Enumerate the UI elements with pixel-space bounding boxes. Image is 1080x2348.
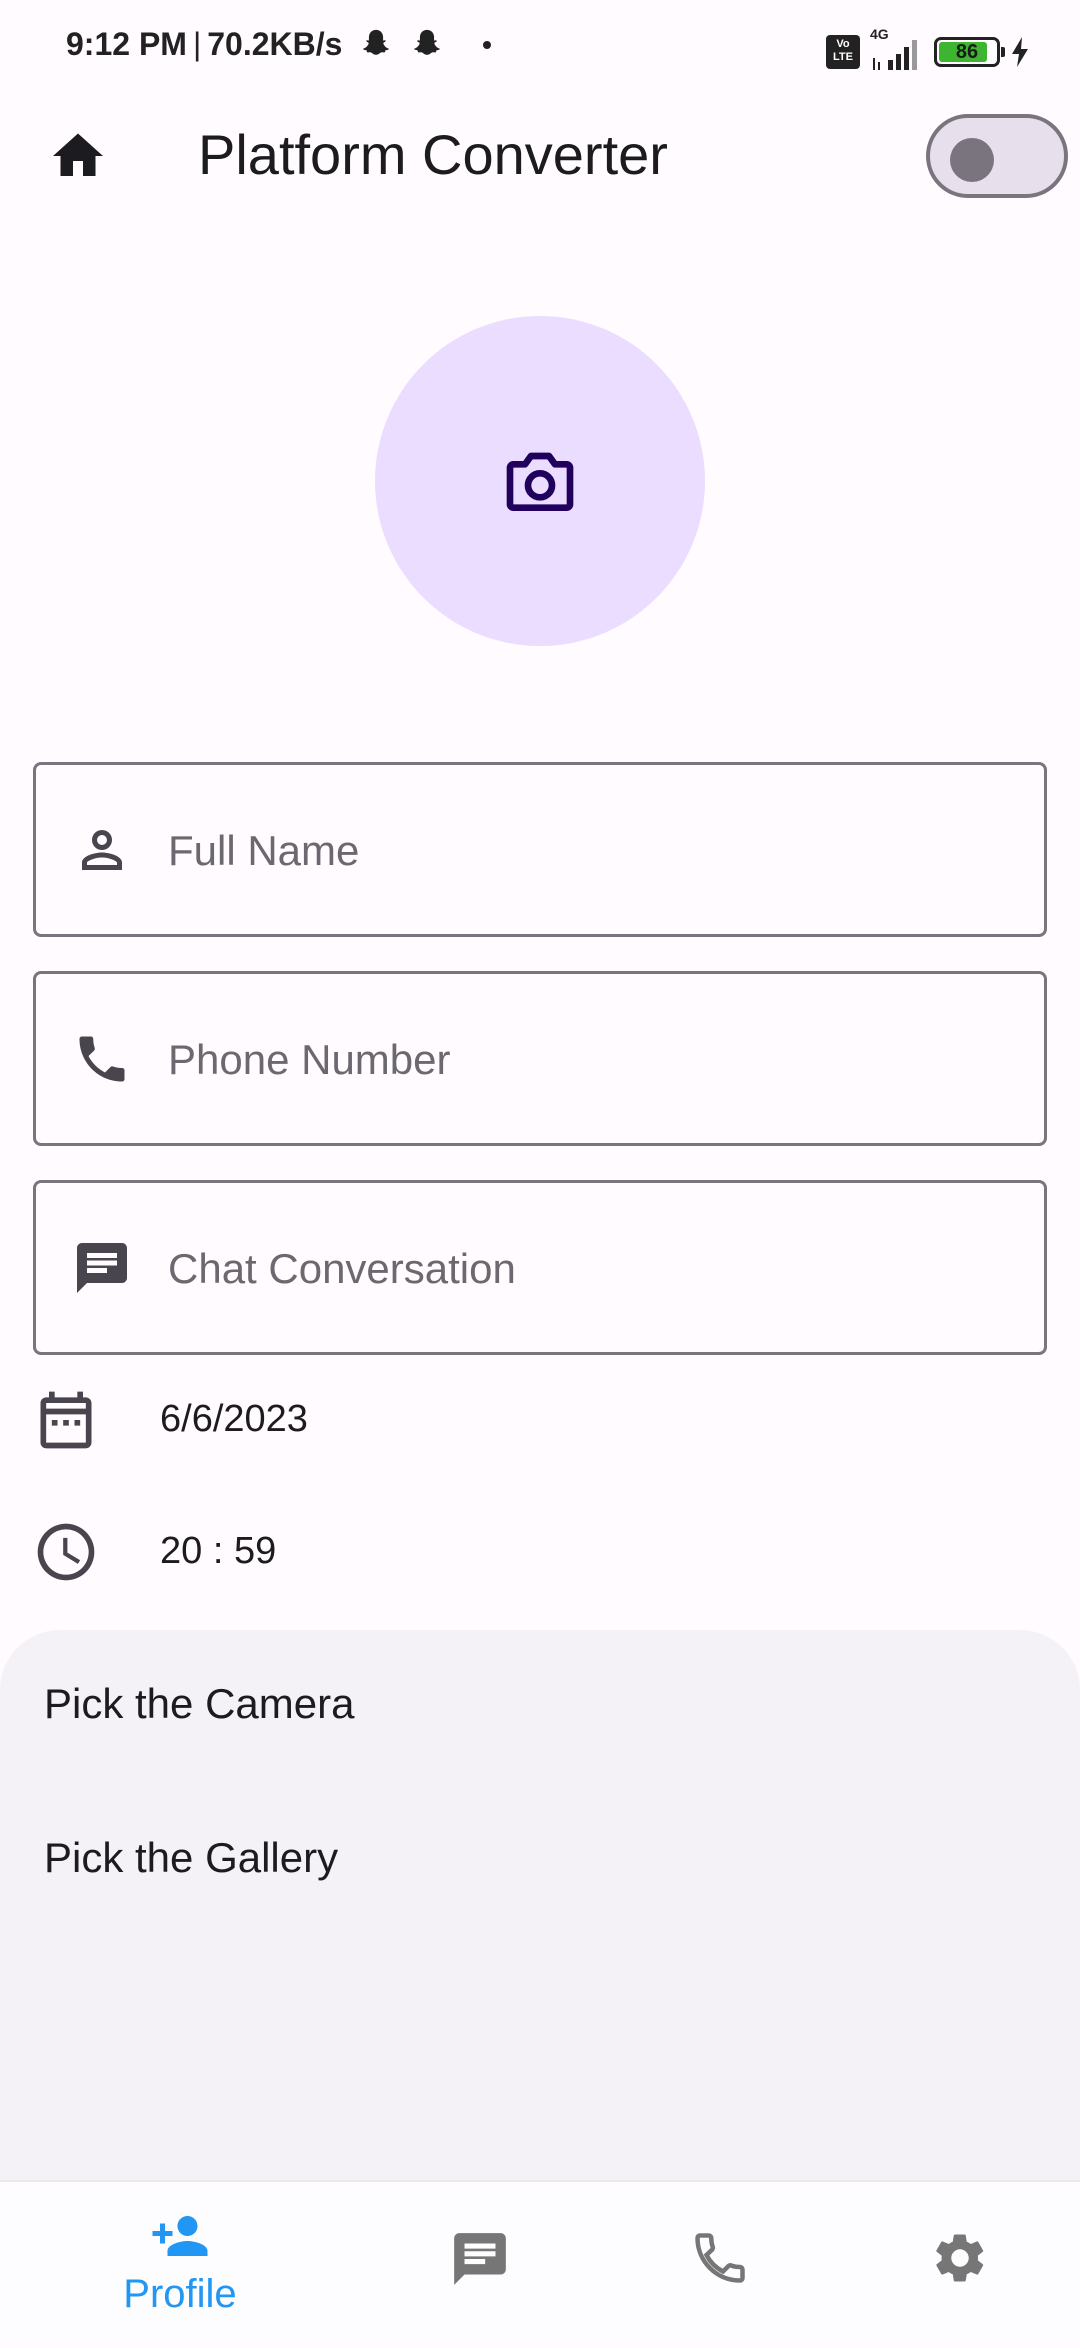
gear-icon — [936, 2234, 984, 2282]
chat-conversation-field[interactable] — [33, 1180, 1047, 1355]
status-bar: 9:12 PM | 70.2KB/s Vo LTE 4G 86 — [0, 0, 1080, 100]
snapchat-icon — [359, 27, 393, 69]
person-icon — [72, 820, 132, 880]
full-name-field[interactable] — [33, 762, 1047, 937]
camera-icon — [506, 452, 574, 511]
bottom-navigation: Profile — [0, 2180, 1080, 2340]
theme-toggle[interactable] — [926, 114, 1068, 198]
calendar-icon[interactable] — [32, 1386, 100, 1454]
chat-conversation-input[interactable] — [166, 1183, 1030, 1354]
page-title: Platform Converter — [198, 123, 668, 186]
nav-profile-label: Profile — [123, 2272, 237, 2316]
phone-icon — [695, 2233, 745, 2283]
nav-settings[interactable] — [850, 2228, 1070, 2348]
nav-chat[interactable] — [370, 2228, 590, 2348]
chat-icon — [454, 2233, 506, 2285]
chat-icon — [72, 1238, 132, 1298]
date-value[interactable]: 6/6/2023 — [160, 1398, 308, 1441]
status-right: Vo LTE 4G 86 — [826, 26, 1030, 74]
toggle-thumb — [950, 138, 994, 182]
phone-icon — [72, 1029, 132, 1089]
nav-calls[interactable] — [610, 2228, 830, 2348]
charging-icon — [1012, 37, 1028, 67]
phone-number-input[interactable] — [166, 974, 1030, 1145]
snapchat-icon — [410, 27, 444, 69]
nav-profile[interactable]: Profile — [70, 2206, 290, 2326]
clock-icon[interactable] — [32, 1518, 100, 1586]
status-left: 9:12 PM | 70.2KB/s — [66, 26, 492, 69]
pick-camera-option[interactable]: Pick the Camera — [44, 1680, 354, 1728]
status-net-speed: 70.2KB/s — [207, 26, 343, 62]
person-add-icon — [152, 2216, 208, 2256]
home-icon[interactable] — [48, 126, 108, 186]
phone-number-field[interactable] — [33, 971, 1047, 1146]
full-name-input[interactable] — [166, 765, 1030, 936]
signal-icon: 4G — [870, 26, 924, 72]
pick-gallery-option[interactable]: Pick the Gallery — [44, 1834, 338, 1882]
notification-dot — [483, 41, 492, 49]
battery-icon: 86 — [934, 37, 1005, 67]
battery-level: 86 — [955, 41, 979, 63]
avatar-picker[interactable] — [375, 316, 705, 646]
volte-badge: Vo LTE — [826, 35, 860, 69]
status-time: 9:12 PM — [66, 26, 187, 62]
time-value[interactable]: 20 : 59 — [160, 1530, 276, 1573]
